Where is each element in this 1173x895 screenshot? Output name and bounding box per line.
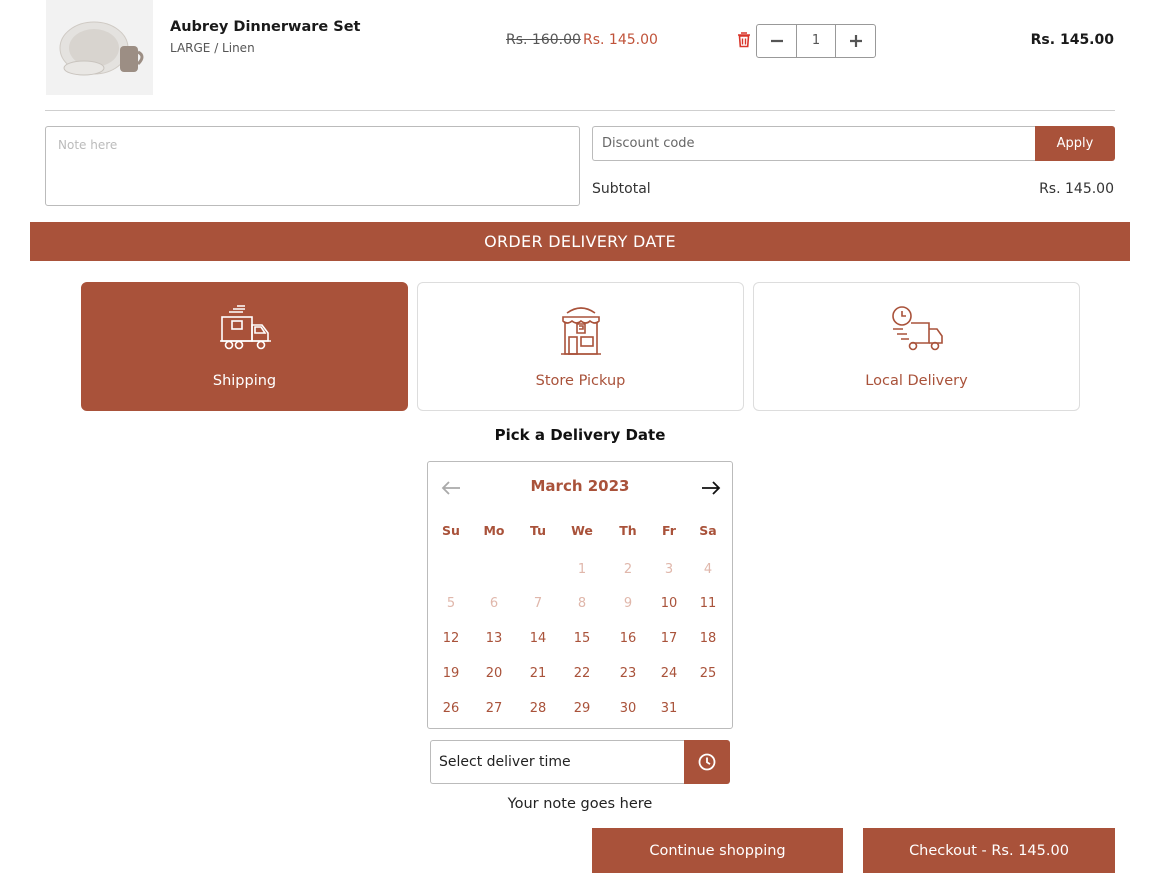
calendar-day: 8 bbox=[577, 596, 587, 611]
calendar-day[interactable]: 10 bbox=[655, 596, 683, 611]
store-pickup-option-label: Store Pickup bbox=[535, 373, 626, 389]
calendar-day: 2 bbox=[623, 562, 633, 577]
weekday-header: Th bbox=[619, 523, 637, 538]
trash-icon[interactable] bbox=[736, 31, 752, 49]
calendar-day: 6 bbox=[489, 596, 499, 611]
decrease-quantity-button[interactable] bbox=[757, 25, 796, 57]
compare-price: Rs. 160.00 bbox=[506, 32, 581, 48]
line-total: Rs. 145.00 bbox=[1030, 32, 1114, 48]
delivery-date-calendar: March 2023 Su Mo Tu We Th Fr Sa 1 2 3 4 5 6 7 8 9 10 11 12… bbox=[427, 461, 733, 729]
order-delivery-date-banner: ORDER DELIVERY DATE bbox=[30, 222, 1130, 261]
plus-icon bbox=[849, 35, 862, 47]
continue-shopping-button[interactable]: Continue shopping bbox=[592, 828, 843, 873]
local-delivery-option[interactable]: Local Delivery bbox=[753, 282, 1080, 411]
weekday-header: We bbox=[571, 523, 593, 538]
calendar-day[interactable]: 24 bbox=[655, 666, 683, 681]
weekday-header: Fr bbox=[662, 523, 676, 538]
weekday-header: Sa bbox=[699, 523, 717, 538]
calendar-day[interactable]: 11 bbox=[694, 596, 722, 611]
product-name[interactable]: Aubrey Dinnerware Set bbox=[170, 19, 360, 35]
time-picker-button[interactable] bbox=[684, 740, 730, 784]
calendar-day[interactable]: 16 bbox=[614, 631, 642, 646]
next-month-icon[interactable] bbox=[700, 479, 722, 497]
calendar-day[interactable]: 22 bbox=[568, 666, 596, 681]
subtotal-label: Subtotal bbox=[592, 181, 651, 197]
weekday-header: Tu bbox=[529, 523, 547, 538]
weekday-header: Su bbox=[442, 523, 460, 538]
calendar-day: 7 bbox=[533, 596, 543, 611]
quantity-stepper: 1 bbox=[756, 24, 876, 58]
calendar-day: 3 bbox=[664, 562, 674, 577]
calendar-day: 4 bbox=[703, 562, 713, 577]
store-icon bbox=[560, 307, 601, 355]
product-image[interactable] bbox=[46, 0, 153, 95]
calendar-day[interactable]: 31 bbox=[655, 701, 683, 716]
subtotal-value: Rs. 145.00 bbox=[1039, 181, 1114, 197]
discount-code-input[interactable] bbox=[592, 126, 1035, 161]
apply-discount-button[interactable]: Apply bbox=[1035, 126, 1115, 161]
product-variant: LARGE / Linen bbox=[170, 41, 255, 55]
calendar-day[interactable]: 15 bbox=[568, 631, 596, 646]
minus-icon bbox=[770, 39, 783, 43]
local-delivery-option-label: Local Delivery bbox=[865, 373, 968, 389]
increase-quantity-button[interactable] bbox=[836, 25, 875, 57]
calendar-day: 9 bbox=[623, 596, 633, 611]
calendar-day[interactable]: 29 bbox=[568, 701, 596, 716]
divider bbox=[45, 110, 1115, 111]
calendar-day[interactable]: 27 bbox=[480, 701, 508, 716]
calendar-month-label: March 2023 bbox=[530, 477, 630, 495]
clock-icon bbox=[698, 753, 716, 771]
shipping-option-label: Shipping bbox=[212, 373, 277, 389]
quantity-input[interactable]: 1 bbox=[796, 25, 836, 57]
calendar-day[interactable]: 17 bbox=[655, 631, 683, 646]
calendar-day[interactable]: 21 bbox=[524, 666, 552, 681]
calendar-day[interactable]: 26 bbox=[437, 701, 465, 716]
order-note-field[interactable] bbox=[45, 126, 580, 206]
delivery-time-input[interactable] bbox=[430, 740, 685, 784]
delivery-note-text: Your note goes here bbox=[507, 796, 653, 812]
calendar-day[interactable]: 12 bbox=[437, 631, 465, 646]
calendar-day[interactable]: 20 bbox=[480, 666, 508, 681]
weekday-header: Mo bbox=[483, 523, 505, 538]
sale-price: Rs. 145.00 bbox=[583, 32, 658, 48]
calendar-day[interactable]: 18 bbox=[694, 631, 722, 646]
calendar-day[interactable]: 13 bbox=[480, 631, 508, 646]
calendar-day[interactable]: 28 bbox=[524, 701, 552, 716]
calendar-day: 1 bbox=[577, 562, 587, 577]
pick-delivery-date-title: Pick a Delivery Date bbox=[494, 426, 666, 444]
calendar-day[interactable]: 23 bbox=[614, 666, 642, 681]
calendar-day: 5 bbox=[446, 596, 456, 611]
calendar-day[interactable]: 25 bbox=[694, 666, 722, 681]
calendar-day[interactable]: 14 bbox=[524, 631, 552, 646]
store-pickup-option[interactable]: Store Pickup bbox=[417, 282, 744, 411]
shipping-option[interactable]: Shipping bbox=[81, 282, 408, 411]
shipping-truck-icon bbox=[219, 305, 271, 350]
delivery-truck-clock-icon bbox=[891, 306, 943, 351]
calendar-day[interactable]: 19 bbox=[437, 666, 465, 681]
calendar-day[interactable]: 30 bbox=[614, 701, 642, 716]
checkout-button[interactable]: Checkout - Rs. 145.00 bbox=[863, 828, 1115, 873]
